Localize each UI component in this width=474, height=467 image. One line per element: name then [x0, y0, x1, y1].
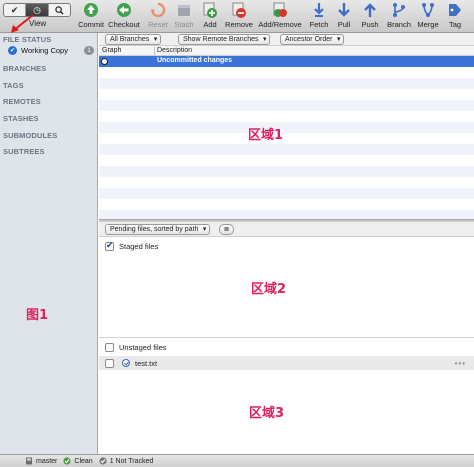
search-view-button[interactable] [49, 4, 70, 16]
branch-status: master [25, 457, 57, 465]
clean-check-icon [63, 457, 72, 465]
sidebar-item-label: Working Copy [21, 45, 68, 55]
add-icon [203, 2, 217, 18]
file-checkbox[interactable] [105, 358, 114, 368]
sidebar-header-tags[interactable]: TAGS [3, 81, 24, 90]
tracked-status: 1 Not Tracked [99, 457, 154, 465]
add-remove-button[interactable]: Add/Remove [258, 1, 302, 31]
untracked-icon [99, 457, 107, 465]
commit-history-panel: All Branches Show Remote Branches Ancest… [99, 33, 474, 221]
table-row[interactable]: Uncommitted changes [99, 56, 474, 67]
empty-row [99, 188, 474, 199]
order-filter-dropdown[interactable]: Ancestor Order [280, 34, 345, 45]
file-sort-bar: Pending files, sorted by path ≣ [99, 222, 474, 237]
empty-row [99, 122, 474, 133]
commit-node-icon [101, 58, 108, 65]
add-remove-icon [273, 2, 287, 17]
fetch-icon [314, 3, 324, 17]
status-bar: master Clean 1 Not Tracked [0, 454, 474, 467]
tag-icon [449, 4, 461, 16]
empty-row [99, 78, 474, 89]
description-column-header[interactable]: Description [157, 47, 192, 54]
unstaged-files-header: Unstaged files [99, 340, 474, 354]
push-icon [364, 3, 376, 17]
sidebar-item-working-copy[interactable]: ✔ Working Copy 1 [8, 44, 94, 56]
tracked-label: 1 Not Tracked [109, 457, 154, 465]
clean-label: Clean [74, 457, 93, 465]
staged-files-label: Staged files [119, 241, 159, 251]
status-badge: 1 [84, 45, 94, 55]
unstaged-files-checkbox[interactable] [105, 342, 114, 352]
history-filter-bar: All Branches Show Remote Branches Ancest… [99, 33, 474, 46]
checkmark-icon: ✔ [8, 45, 17, 55]
staged-files-panel: Pending files, sorted by path ≣ Staged f… [99, 222, 474, 337]
merge-icon [422, 3, 434, 17]
empty-row [99, 133, 474, 144]
branch-name: master [36, 457, 58, 465]
remove-icon [232, 2, 246, 18]
sidebar-header-submodules[interactable]: SUBMODULES [3, 131, 57, 140]
empty-row [99, 166, 474, 177]
file-name: test.txt [135, 358, 158, 368]
empty-row [99, 144, 474, 155]
unstaged-files-panel: Unstaged files test.txt ••• 区域3 [99, 337, 474, 454]
commit-icon [84, 3, 98, 17]
commit-description: Uncommitted changes [157, 57, 233, 64]
remove-button[interactable]: Remove [222, 1, 256, 31]
sidebar-header-remotes[interactable]: REMOTES [3, 97, 41, 106]
list-item[interactable]: test.txt ••• [99, 356, 474, 370]
stash-icon [178, 5, 190, 16]
unstaged-files-label: Unstaged files [119, 342, 167, 352]
annotation-region-3: 区域3 [249, 406, 285, 421]
pull-icon [338, 3, 350, 17]
remote-branches-filter-dropdown[interactable]: Show Remote Branches [178, 34, 271, 45]
empty-row [99, 111, 474, 122]
more-options-icon[interactable]: ••• [455, 359, 466, 368]
graph-column-header[interactable]: Graph [102, 47, 121, 54]
annotation-figure-label: 图1 [26, 308, 49, 323]
history-rows: Uncommitted changes [99, 56, 474, 221]
sidebar: FILE STATUS ✔ Working Copy 1 BRANCHES TA… [0, 33, 98, 454]
commit-button[interactable]: Commit [74, 1, 108, 31]
repository-icon [26, 457, 32, 465]
tag-button[interactable]: Tag [438, 1, 472, 31]
sidebar-header-stashes[interactable]: STASHES [3, 114, 39, 123]
file-status-icon [122, 359, 130, 367]
staged-files-checkbox[interactable] [105, 240, 114, 251]
reset-icon [151, 2, 166, 18]
branch-icon [393, 3, 405, 17]
sidebar-header-subtrees[interactable]: SUBTREES [3, 147, 45, 156]
column-divider[interactable] [154, 46, 155, 56]
staged-files-header: Staged files [99, 239, 474, 253]
branches-filter-dropdown[interactable]: All Branches [105, 34, 162, 45]
empty-row [99, 67, 474, 78]
empty-row [99, 177, 474, 188]
clean-status: Clean [63, 457, 93, 465]
list-icon: ≣ [223, 226, 230, 233]
empty-row [99, 199, 474, 210]
annotation-region-1: 区域1 [248, 128, 284, 143]
sidebar-header-file-status[interactable]: FILE STATUS [3, 35, 51, 44]
annotation-region-2: 区域2 [251, 282, 287, 297]
toolbar: ✔ ◷ View Commit Checkout Reset Stash Add… [0, 0, 474, 33]
empty-row [99, 89, 474, 100]
empty-row [99, 100, 474, 111]
history-column-header: Graph Description [99, 46, 474, 56]
file-sort-dropdown[interactable]: Pending files, sorted by path [105, 224, 211, 235]
checkout-icon [117, 3, 131, 17]
search-icon [55, 5, 64, 15]
list-view-button[interactable]: ≣ [219, 224, 234, 235]
checkout-button[interactable]: Checkout [107, 1, 141, 31]
sidebar-header-branches[interactable]: BRANCHES [3, 64, 46, 73]
empty-row [99, 155, 474, 166]
annotation-arrow-icon [11, 14, 34, 33]
